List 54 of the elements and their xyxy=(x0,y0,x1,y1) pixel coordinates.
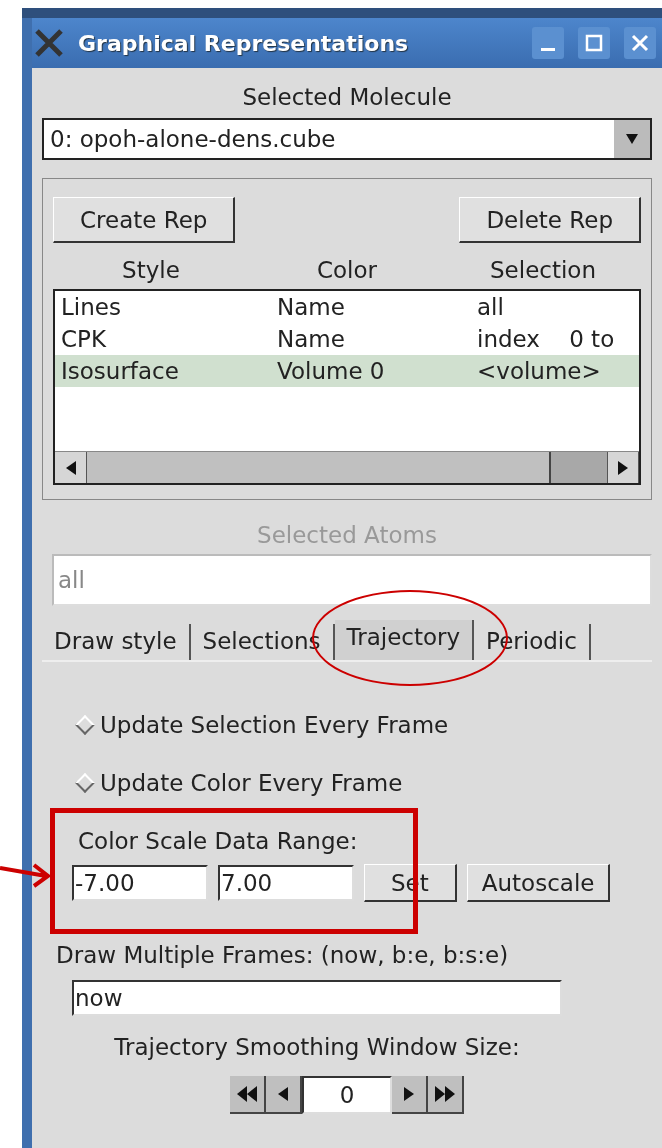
scrollbar-thumb[interactable] xyxy=(549,452,607,483)
option-label: Update Color Every Frame xyxy=(100,770,403,796)
close-button[interactable] xyxy=(624,27,656,59)
molecule-label: Selected Molecule xyxy=(241,84,453,110)
option-checkbox[interactable]: Update Color Every Frame xyxy=(42,754,652,812)
table-cell-text: Name xyxy=(277,326,346,352)
next-button[interactable] xyxy=(392,1076,428,1114)
close-icon xyxy=(631,34,649,52)
horizontal-scrollbar[interactable] xyxy=(55,451,639,483)
minimize-icon xyxy=(541,47,555,51)
previous-button[interactable] xyxy=(266,1076,302,1114)
right-arrow-icon xyxy=(403,1087,415,1101)
double-left-arrow-icon xyxy=(237,1086,257,1102)
multiple-frames-label: Draw Multiple Frames: (now, b:e, b:s:e) xyxy=(55,942,510,968)
create-rep-button[interactable]: Create Rep xyxy=(53,197,236,243)
range-min-field[interactable]: -7.00 xyxy=(72,865,208,901)
range-max-field[interactable]: 7.00 xyxy=(218,865,354,901)
option-label: Update Selection Every Frame xyxy=(100,712,449,738)
double-right-arrow-icon xyxy=(435,1086,455,1102)
maximize-button[interactable] xyxy=(578,27,610,59)
smoothing-label: Trajectory Smoothing Window Size: xyxy=(113,1034,521,1060)
tab[interactable]: Trajectory xyxy=(334,620,475,660)
tab[interactable]: Draw style xyxy=(42,624,191,660)
smoothing-field[interactable]: 0 xyxy=(302,1076,392,1114)
molecule-dropdown[interactable]: 0: opoh-alone-dens.cube xyxy=(42,118,652,160)
window-title: Graphical Representations xyxy=(78,30,410,56)
left-arrow-icon xyxy=(277,1087,289,1101)
table-cell-text: <volume> xyxy=(477,358,602,384)
scroll-right-icon xyxy=(617,460,629,475)
dropdown-arrow-icon xyxy=(626,132,638,146)
delete-rep-button[interactable]: Delete Rep xyxy=(459,197,641,243)
first-button[interactable] xyxy=(230,1076,266,1114)
scroll-left-icon xyxy=(64,460,77,475)
column-header: Selection xyxy=(489,257,597,283)
pointer-arrow xyxy=(0,862,52,888)
selected-atoms-label: Selected Atoms xyxy=(256,522,438,548)
x-logo-icon xyxy=(34,28,64,58)
table-cell-text: Lines xyxy=(61,294,122,320)
table-cell-text: Name xyxy=(277,294,346,320)
table-cell-text: all xyxy=(477,294,505,320)
table-cell-text: CPK xyxy=(61,326,107,352)
minimize-button[interactable] xyxy=(532,27,564,59)
column-header: Color xyxy=(315,257,379,283)
table-cell-text: Volume 0 xyxy=(277,358,386,384)
option-checkbox[interactable]: Update Selection Every Frame xyxy=(42,696,652,754)
table-cell-text: index 0 to xyxy=(477,326,616,352)
maximize-icon xyxy=(585,34,603,52)
last-button[interactable] xyxy=(428,1076,464,1114)
autoscale-button[interactable]: Autoscale xyxy=(466,864,611,902)
table-cell-text: Isosurface xyxy=(61,358,180,384)
multiple-frames-field[interactable]: now xyxy=(72,980,562,1016)
color-scale-label: Color Scale Data Range: xyxy=(77,828,359,854)
column-header: Style xyxy=(121,257,181,283)
rep-row[interactable]: Isosurface Volume 0 <volume> xyxy=(55,355,639,387)
